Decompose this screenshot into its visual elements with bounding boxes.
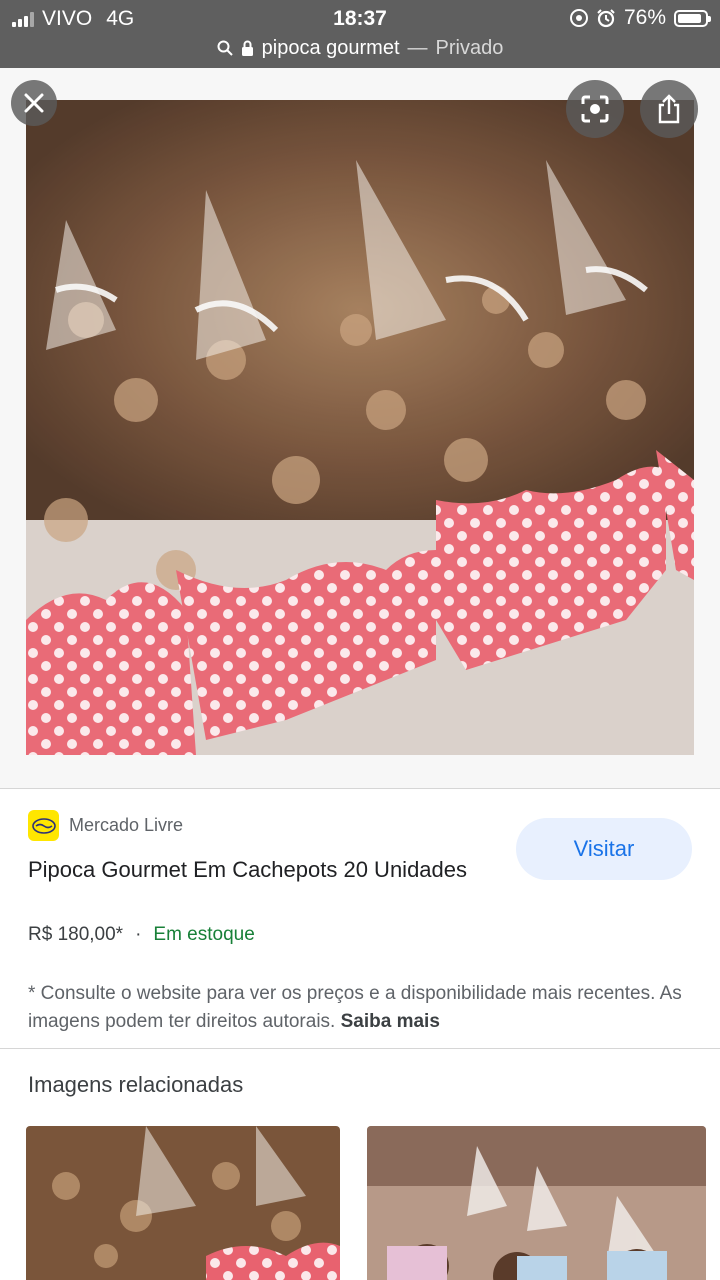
product-title[interactable]: Pipoca Gourmet Em Cachepots 20 Unidades bbox=[28, 852, 468, 887]
visit-button[interactable]: Visitar bbox=[516, 818, 692, 880]
close-button[interactable] bbox=[11, 80, 57, 126]
source-row[interactable]: Mercado Livre bbox=[28, 810, 183, 841]
browser-top-bar: VIVO 4G 18:37 76% pipoca gourmet — Priva… bbox=[0, 0, 720, 68]
battery-icon bbox=[674, 9, 711, 27]
lens-icon bbox=[581, 95, 609, 123]
close-icon bbox=[24, 93, 44, 113]
related-image[interactable] bbox=[367, 1126, 706, 1280]
price-separator: · bbox=[135, 924, 142, 945]
image-viewer bbox=[0, 68, 720, 788]
rotation-lock-icon bbox=[569, 9, 588, 27]
source-name: Mercado Livre bbox=[69, 815, 184, 835]
share-icon bbox=[658, 94, 680, 124]
price-row: R$ 180,00* · Em estoque bbox=[28, 924, 255, 946]
alarm-icon bbox=[597, 9, 615, 28]
share-button[interactable] bbox=[640, 80, 698, 138]
mercado-livre-logo bbox=[28, 810, 59, 841]
battery-percent: 76% bbox=[623, 6, 666, 29]
url-separator: — bbox=[407, 36, 428, 59]
private-mode-label: Privado bbox=[435, 36, 504, 59]
disclaimer: * Consulte o website para ver os preços … bbox=[28, 980, 692, 1036]
lock-icon bbox=[241, 40, 253, 56]
url-query: pipoca gourmet bbox=[261, 36, 400, 59]
product-photo[interactable] bbox=[26, 100, 694, 755]
stock-status: Em estoque bbox=[153, 924, 255, 945]
related-image[interactable] bbox=[26, 1126, 340, 1280]
learn-more-link[interactable]: Saiba mais bbox=[341, 1011, 440, 1032]
search-icon bbox=[217, 40, 233, 56]
related-images-heading: Imagens relacionadas bbox=[28, 1072, 244, 1097]
url-bar[interactable]: pipoca gourmet — Privado bbox=[0, 34, 720, 62]
product-price: R$ 180,00* bbox=[28, 924, 124, 945]
divider bbox=[0, 788, 720, 789]
lens-button[interactable] bbox=[566, 80, 624, 138]
status-bar: VIVO 4G 18:37 76% bbox=[0, 0, 720, 36]
divider bbox=[0, 1048, 720, 1049]
